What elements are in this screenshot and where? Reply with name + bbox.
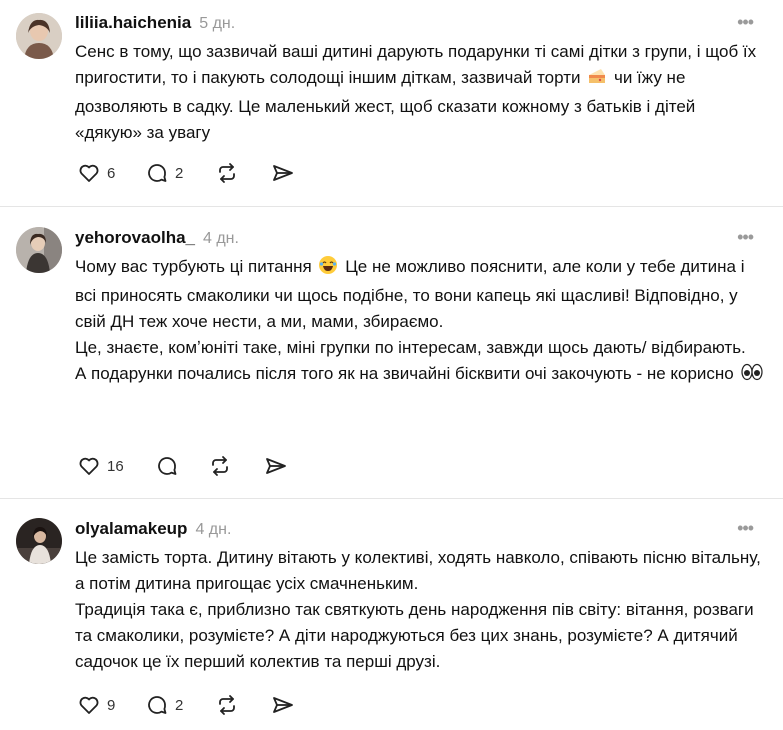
share-icon (271, 693, 295, 717)
comment-icon (145, 161, 169, 185)
share-button[interactable] (264, 454, 288, 478)
avatar[interactable] (16, 227, 62, 273)
repost-icon (215, 161, 239, 185)
heart-icon (77, 454, 101, 478)
eyes-emoji (740, 362, 763, 390)
like-count: 9 (107, 696, 116, 714)
share-icon (264, 454, 288, 478)
repost-icon (215, 693, 239, 717)
divider (0, 498, 783, 499)
cake-emoji (587, 66, 607, 94)
paragraph: Чому вас турбують ці питання Це не можли… (75, 255, 745, 331)
post-text: Це замість торта. Дитину вітають у колек… (75, 545, 765, 675)
more-icon[interactable]: ••• (737, 227, 754, 248)
laughing-emoji (318, 255, 338, 283)
paragraph: Це замість торта. Дитину вітають у колек… (75, 548, 761, 593)
username-row: yehorovaolha_ 4 дн. (75, 228, 239, 248)
reply-button[interactable]: 2 (145, 161, 183, 185)
share-button[interactable] (271, 161, 295, 185)
heart-icon (77, 161, 101, 185)
post-text: Сенс в тому, що зазвичай ваші дитині дар… (75, 39, 765, 146)
avatar[interactable] (16, 518, 62, 564)
reply-count: 2 (175, 696, 184, 714)
repost-button[interactable] (215, 161, 239, 185)
paragraph: Традиція така є, приблизно так святкують… (75, 600, 754, 671)
paragraph: Сенс в тому, що зазвичай ваші дитині дар… (75, 42, 757, 142)
post-time: 4 дн. (195, 521, 232, 538)
username-row: olyalamakeup 4 дн. (75, 519, 231, 539)
username[interactable]: olyalamakeup (75, 519, 187, 538)
like-button[interactable]: 6 (77, 161, 115, 185)
like-button[interactable]: 16 (77, 454, 124, 478)
more-icon[interactable]: ••• (737, 518, 754, 539)
repost-button[interactable] (208, 454, 232, 478)
like-count: 16 (107, 457, 124, 475)
heart-icon (77, 693, 101, 717)
username[interactable]: yehorovaolha_ (75, 228, 195, 247)
post-time: 4 дн. (203, 230, 239, 247)
comment-icon (155, 454, 179, 478)
repost-icon (208, 454, 232, 478)
username[interactable]: liliia.haichenia (75, 13, 191, 32)
more-icon[interactable]: ••• (737, 12, 754, 33)
like-count: 6 (107, 164, 116, 182)
avatar[interactable] (16, 13, 62, 59)
post-text: Чому вас турбують ці питання Це не можли… (75, 254, 765, 390)
like-button[interactable]: 9 (77, 693, 115, 717)
username-row: liliia.haichenia 5 дн. (75, 13, 235, 33)
paragraph: А подарунки почались після того як на зв… (75, 361, 765, 390)
reply-count: 2 (175, 164, 184, 182)
share-button[interactable] (271, 693, 295, 717)
share-icon (271, 161, 295, 185)
repost-button[interactable] (215, 693, 239, 717)
divider (0, 206, 783, 207)
paragraph: Це, знаєте, комʼюніті таке, міні групки … (75, 338, 746, 357)
post-time: 5 дн. (199, 15, 236, 32)
comment-icon (145, 693, 169, 717)
reply-button[interactable]: 2 (145, 693, 183, 717)
reply-button[interactable] (155, 454, 185, 478)
